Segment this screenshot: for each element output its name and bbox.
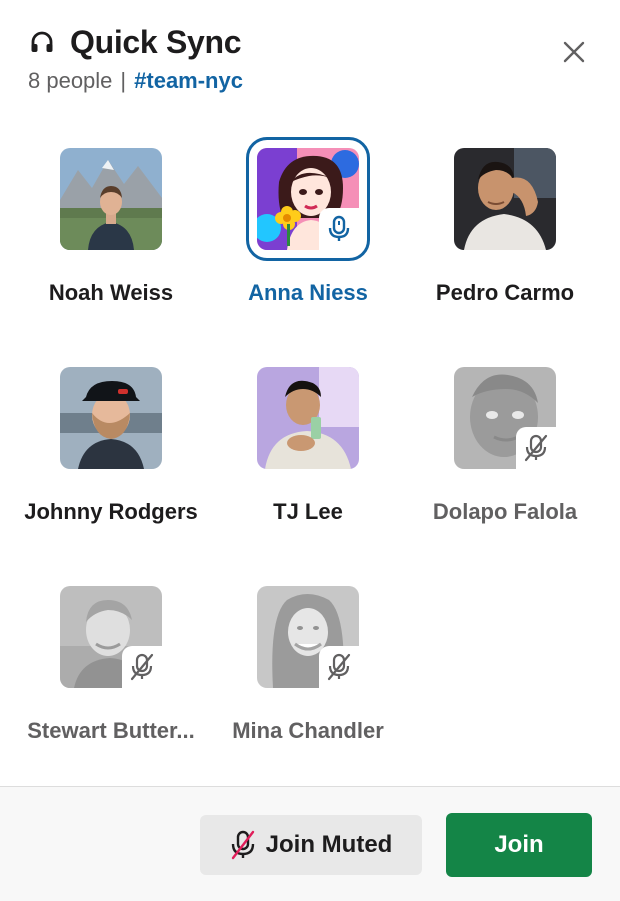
close-button[interactable] xyxy=(558,36,590,68)
join-muted-label: Join Muted xyxy=(265,831,393,858)
microphone-icon xyxy=(328,215,350,241)
participant-name: TJ Lee xyxy=(273,499,343,524)
avatar xyxy=(257,367,359,469)
avatar xyxy=(60,367,162,469)
participant-tile[interactable]: TJ Lee xyxy=(208,367,408,525)
channel-link[interactable]: #team-nyc xyxy=(134,68,243,94)
call-subtitle: 8 people | #team-nyc xyxy=(28,68,592,94)
speaking-badge xyxy=(319,208,359,250)
participant-name: Johnny Rodgers xyxy=(24,499,198,524)
join-label: Join xyxy=(494,831,544,858)
avatar-frame xyxy=(60,586,162,688)
join-button[interactable]: Join xyxy=(446,813,592,877)
participant-name: Anna Niess xyxy=(248,280,368,305)
participant-tile[interactable]: Pedro Carmo xyxy=(405,148,605,306)
call-title: Quick Sync xyxy=(70,23,242,60)
avatar-frame xyxy=(257,367,359,469)
headphones-icon xyxy=(28,28,56,56)
avatar xyxy=(60,148,162,250)
microphone-off-icon xyxy=(230,830,256,860)
participant-name: Mina Chandler xyxy=(232,718,384,743)
participant-tile[interactable]: Johnny Rodgers xyxy=(11,367,211,525)
participant-name: Dolapo Falola xyxy=(432,499,578,524)
participant-tile[interactable]: Mina Chandler xyxy=(208,586,408,744)
title-row: Quick Sync xyxy=(28,22,592,62)
muted-badge xyxy=(319,646,359,688)
avatar-frame xyxy=(454,148,556,250)
call-footer: Join Muted Join xyxy=(0,786,620,901)
avatar-frame xyxy=(257,586,359,688)
avatar-frame xyxy=(454,367,556,469)
participant-tile[interactable]: Dolapo Falola xyxy=(405,367,605,525)
participant-tile[interactable]: Stewart Butter... xyxy=(11,586,211,744)
muted-badge xyxy=(516,427,556,469)
muted-badge xyxy=(122,646,162,688)
microphone-off-icon xyxy=(327,653,351,681)
participant-name: Noah Weiss xyxy=(48,280,174,305)
microphone-off-icon xyxy=(524,434,548,462)
join-muted-button[interactable]: Join Muted xyxy=(200,815,422,875)
participant-name: Stewart Butter... xyxy=(27,718,195,743)
microphone-off-icon xyxy=(130,653,154,681)
participant-name: Pedro Carmo xyxy=(435,280,575,305)
avatar xyxy=(454,148,556,250)
avatar-frame xyxy=(60,148,162,250)
avatar-frame-speaking xyxy=(246,137,370,261)
participant-tile[interactable]: Noah Weiss xyxy=(11,148,211,306)
avatar-frame xyxy=(60,367,162,469)
subtitle-separator: | xyxy=(120,68,127,93)
call-header: Quick Sync 8 people | #team-nyc xyxy=(28,22,592,102)
people-count: 8 people xyxy=(28,68,113,93)
participant-tile[interactable]: Anna Niess xyxy=(208,137,408,306)
close-icon xyxy=(563,41,585,63)
